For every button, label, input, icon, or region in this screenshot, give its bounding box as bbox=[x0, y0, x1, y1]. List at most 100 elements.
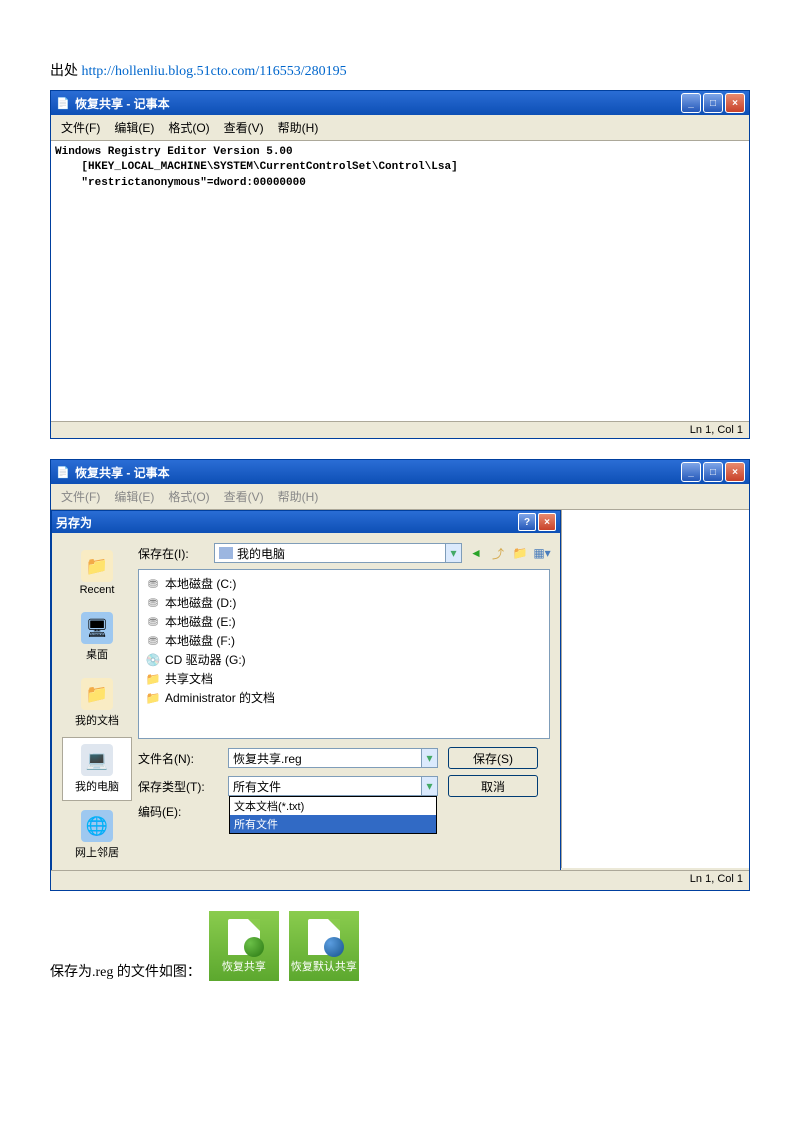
close-button[interactable]: × bbox=[725, 462, 745, 482]
disk-icon: ⛃ bbox=[145, 615, 161, 629]
filetype-dropdown: 文本文档(*.txt) 所有文件 bbox=[229, 796, 437, 834]
list-item[interactable]: ⛃本地磁盘 (F:) bbox=[143, 631, 545, 650]
list-item-label: CD 驱动器 (G:) bbox=[165, 651, 246, 668]
recent-icon: 📁 bbox=[81, 550, 113, 582]
window-controls: _ □ × bbox=[681, 93, 745, 113]
location-row: 保存在(I): 我的电脑 ▾ ◄ ⤴ 📁 ▦▾ bbox=[138, 543, 550, 563]
menu-bar: 文件(F) 编辑(E) 格式(O) 查看(V) 帮助(H) bbox=[51, 484, 749, 510]
notepad-window-1: 📄 恢复共享 - 记事本 _ □ × 文件(F) 编辑(E) 格式(O) 查看(… bbox=[50, 90, 750, 439]
window-controls: _ □ × bbox=[681, 462, 745, 482]
filename-value: 恢复共享.reg bbox=[233, 750, 302, 767]
list-item-label: 共享文档 bbox=[165, 670, 213, 687]
mydocs-icon: 📁 bbox=[81, 678, 113, 710]
window-title: 恢复共享 - 记事本 bbox=[75, 464, 681, 481]
status-bar: Ln 1, Col 1 bbox=[51, 421, 749, 438]
text-area[interactable]: Windows Registry Editor Version 5.00 [HK… bbox=[51, 141, 749, 421]
list-item[interactable]: ⛃ 本地磁盘 (C:) bbox=[143, 574, 545, 593]
views-icon[interactable]: ▦▾ bbox=[534, 545, 550, 561]
dialog-titlebar[interactable]: 另存为 ? × bbox=[52, 511, 560, 533]
location-label: 保存在(I): bbox=[138, 545, 208, 562]
menu-help[interactable]: 帮助(H) bbox=[272, 117, 325, 138]
menu-format: 格式(O) bbox=[162, 486, 215, 507]
reg-blob-icon bbox=[244, 937, 264, 957]
reg-icon-2[interactable]: 恢复默认共享 bbox=[289, 911, 359, 981]
save-button[interactable]: 保存(S) bbox=[448, 747, 538, 769]
maximize-button[interactable]: □ bbox=[703, 93, 723, 113]
list-item-label: Administrator 的文档 bbox=[165, 689, 275, 706]
filetype-option-selected[interactable]: 所有文件 bbox=[230, 815, 436, 833]
location-combo[interactable]: 我的电脑 ▾ bbox=[214, 543, 462, 563]
source-prefix: 出处 bbox=[50, 64, 82, 79]
list-item[interactable]: 💿CD 驱动器 (G:) bbox=[143, 650, 545, 669]
titlebar[interactable]: 📄 恢复共享 - 记事本 _ □ × bbox=[51, 460, 749, 484]
list-item[interactable]: ⛃ 本地磁盘 (E:) bbox=[143, 612, 545, 631]
close-button[interactable]: × bbox=[725, 93, 745, 113]
folder-icon: 📁 bbox=[145, 691, 161, 705]
file-list[interactable]: ⛃ 本地磁盘 (C:) ⛃本地磁盘 (D:) ⛃ 本地磁盘 (E:) ⛃本地磁盘 (… bbox=[138, 569, 550, 739]
list-item-label: 本地磁盘 (C:) bbox=[165, 575, 236, 592]
filename-input[interactable]: 恢复共享.reg ▾ bbox=[228, 748, 438, 768]
newfolder-icon[interactable]: 📁 bbox=[512, 545, 528, 561]
menu-edit[interactable]: 编辑(E) bbox=[108, 117, 160, 138]
places-label: 我的电脑 bbox=[75, 778, 119, 794]
back-icon[interactable]: ◄ bbox=[468, 545, 484, 561]
list-item-label: 本地磁盘 (E:) bbox=[165, 613, 236, 630]
up-icon[interactable]: ⤴ bbox=[490, 545, 506, 561]
location-value: 我的电脑 bbox=[237, 545, 285, 562]
minimize-button[interactable]: _ bbox=[681, 93, 701, 113]
filetype-option[interactable]: 文本文档(*.txt) bbox=[230, 797, 436, 815]
cancel-button[interactable]: 取消 bbox=[448, 775, 538, 797]
network-icon: 🌐 bbox=[81, 810, 113, 842]
toolbar-icons: ◄ ⤴ 📁 ▦▾ bbox=[468, 545, 550, 561]
help-button[interactable]: ? bbox=[518, 513, 536, 531]
reg-icon-1[interactable]: 恢复共享 bbox=[209, 911, 279, 981]
reg-file-text: 保存为.reg 的文件如图： bbox=[50, 961, 201, 981]
reg-file-icon bbox=[308, 919, 340, 955]
desktop-icon: 🖥 bbox=[81, 612, 113, 644]
filename-label: 文件名(N): bbox=[138, 750, 218, 767]
minimize-button[interactable]: _ bbox=[681, 462, 701, 482]
places-label: 我的文档 bbox=[75, 712, 119, 728]
places-recent[interactable]: 📁Recent bbox=[62, 543, 132, 603]
list-item[interactable]: 📁共享文档 bbox=[143, 669, 545, 688]
list-item[interactable]: 📁 Administrator 的文档 bbox=[143, 688, 545, 707]
menu-edit: 编辑(E) bbox=[108, 486, 160, 507]
save-as-dialog: 另存为 ? × 📁Recent 🖥 桌面 📁 我的文档 💻 我的电脑 🌐 网上邻居 保存… bbox=[51, 510, 561, 878]
dropdown-arrow-icon[interactable]: ▾ bbox=[421, 749, 437, 767]
dialog-body: 📁Recent 🖥 桌面 📁 我的文档 💻 我的电脑 🌐 网上邻居 保存在(I): 我的… bbox=[52, 533, 560, 877]
notepad-window-2: 📄 恢复共享 - 记事本 _ □ × 文件(F) 编辑(E) 格式(O) 查看(… bbox=[50, 459, 750, 891]
close-button[interactable]: × bbox=[538, 513, 556, 531]
places-bar: 📁Recent 🖥 桌面 📁 我的文档 💻 我的电脑 🌐 网上邻居 bbox=[62, 543, 132, 867]
places-mycomputer[interactable]: 💻 我的电脑 bbox=[62, 737, 132, 801]
menu-file[interactable]: 文件(F) bbox=[55, 117, 106, 138]
menu-view: 查看(V) bbox=[218, 486, 270, 507]
reg-file-icon bbox=[228, 919, 260, 955]
encoding-label: 编码(E): bbox=[138, 803, 218, 820]
editor-background[interactable] bbox=[561, 510, 749, 868]
list-item[interactable]: ⛃本地磁盘 (D:) bbox=[143, 593, 545, 612]
status-bar: Ln 1, Col 1 bbox=[51, 870, 749, 890]
reg-file-line: 保存为.reg 的文件如图： 恢复共享 恢复默认共享 bbox=[50, 911, 750, 981]
mycomputer-icon: 💻 bbox=[81, 744, 113, 776]
dropdown-arrow-icon[interactable]: ▾ bbox=[421, 777, 437, 795]
window-title: 恢复共享 - 记事本 bbox=[75, 95, 681, 112]
places-desktop[interactable]: 🖥 桌面 bbox=[62, 605, 132, 669]
menu-bar: 文件(F) 编辑(E) 格式(O) 查看(V) 帮助(H) bbox=[51, 115, 749, 141]
disk-icon: ⛃ bbox=[145, 577, 161, 591]
menu-view[interactable]: 查看(V) bbox=[218, 117, 270, 138]
reg-icon-label: 恢复共享 bbox=[222, 958, 266, 974]
places-mydocs[interactable]: 📁 我的文档 bbox=[62, 671, 132, 735]
dropdown-arrow-icon[interactable]: ▾ bbox=[445, 544, 461, 562]
disk-icon: ⛃ bbox=[145, 634, 161, 648]
menu-file: 文件(F) bbox=[55, 486, 106, 507]
filetype-input[interactable]: 所有文件 ▾ 文本文档(*.txt) 所有文件 bbox=[228, 776, 438, 796]
menu-help: 帮助(H) bbox=[272, 486, 325, 507]
titlebar[interactable]: 📄 恢复共享 - 记事本 _ □ × bbox=[51, 91, 749, 115]
places-label: 桌面 bbox=[86, 646, 108, 662]
menu-format[interactable]: 格式(O) bbox=[162, 117, 215, 138]
source-line: 出处 http://hollenliu.blog.51cto.com/11655… bbox=[50, 60, 750, 80]
places-label: 网上邻居 bbox=[75, 844, 119, 860]
places-network[interactable]: 🌐 网上邻居 bbox=[62, 803, 132, 867]
source-link[interactable]: http://hollenliu.blog.51cto.com/116553/2… bbox=[82, 64, 347, 79]
maximize-button[interactable]: □ bbox=[703, 462, 723, 482]
